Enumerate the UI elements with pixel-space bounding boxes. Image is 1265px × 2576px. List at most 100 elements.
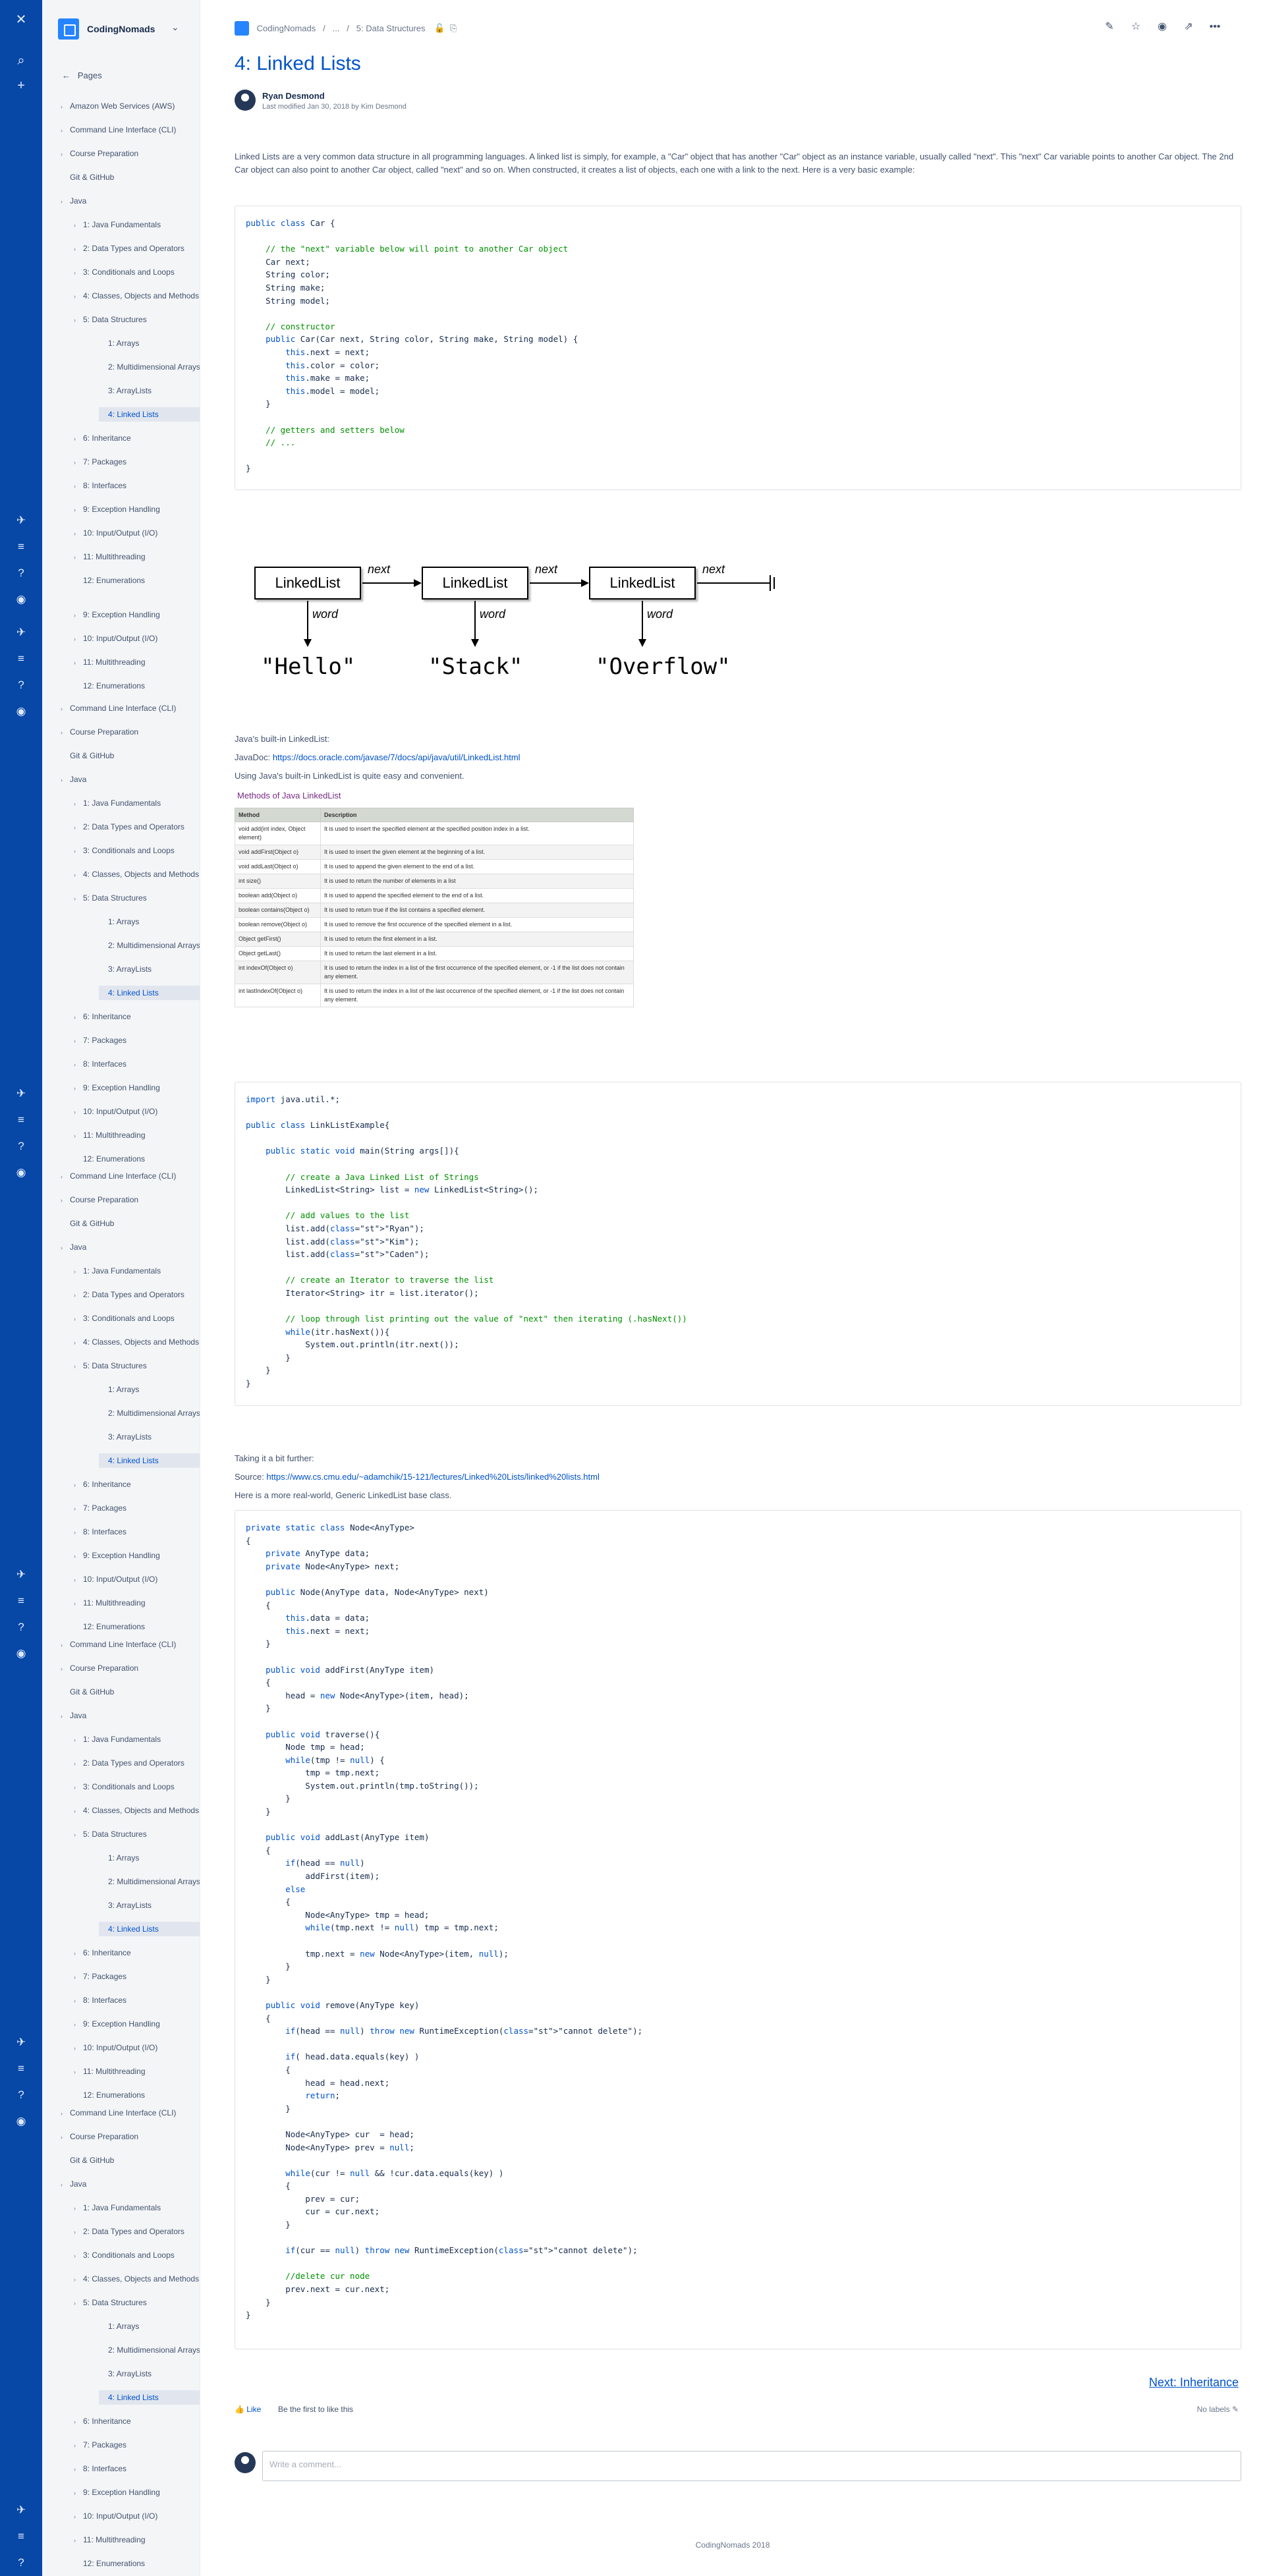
profile-icon[interactable]: ◉ [0, 586, 42, 613]
sidebar-item[interactable]: › 11: Multithreading [74, 549, 200, 564]
chevron-right-icon[interactable]: › [74, 2438, 83, 2452]
comment-input[interactable]: Write a comment... [262, 2451, 1241, 2481]
sidebar-item[interactable]: 4: Linked Lists [99, 1453, 200, 1468]
chevron-right-icon[interactable]: › [61, 123, 70, 137]
sidebar-item[interactable]: › 2: Data Types and Operators [74, 241, 200, 256]
last-modified[interactable]: Last modified Jan 30, 2018 by Kim Desmon… [262, 103, 407, 111]
chevron-right-icon[interactable]: › [74, 2509, 83, 2523]
breadcrumb-space[interactable]: CodingNomads [257, 24, 316, 34]
profile-icon[interactable]: ◉ [0, 1160, 42, 1186]
sidebar-item[interactable]: Git & GitHub [61, 1216, 200, 1231]
chevron-right-icon[interactable]: › [74, 1288, 83, 1302]
sidebar-item[interactable]: 2: Multidimensional Arrays [99, 360, 200, 374]
help-icon[interactable]: ? [0, 560, 42, 586]
sidebar-item[interactable]: 4: Linked Lists [99, 2390, 200, 2405]
sidebar-item[interactable]: › 10: Input/Output (I/O) [74, 1104, 200, 1119]
rocket-icon[interactable]: ✈ [0, 2497, 42, 2523]
sidebar-item[interactable]: › 10: Input/Output (I/O) [74, 1572, 200, 1586]
sidebar-item[interactable]: Git & GitHub [61, 170, 200, 184]
edit-icon[interactable]: ✎ [1096, 20, 1123, 33]
chevron-right-icon[interactable]: › [74, 820, 83, 834]
chevron-right-icon[interactable]: › [74, 2415, 83, 2428]
sidebar-item[interactable]: › 11: Multithreading [74, 2064, 200, 2079]
next-page-link[interactable]: Next: Inheritance [1149, 2376, 1239, 2390]
chevron-right-icon[interactable]: › [61, 773, 70, 787]
menu-icon[interactable]: ≡ [0, 2056, 42, 2082]
chevron-right-icon[interactable]: › [74, 1804, 83, 1818]
chevron-right-icon[interactable]: › [74, 1733, 83, 1747]
chevron-right-icon[interactable]: › [74, 632, 83, 646]
sidebar-item[interactable]: › 2: Data Types and Operators [74, 1287, 200, 1302]
help-icon[interactable]: ? [0, 2550, 42, 2576]
sidebar-item[interactable]: 3: ArrayLists [99, 1898, 200, 1913]
chevron-right-icon[interactable]: › [74, 1335, 83, 1349]
search-icon[interactable]: ⌕ [0, 47, 42, 74]
chevron-right-icon[interactable]: › [74, 479, 83, 493]
chevron-right-icon[interactable]: › [74, 1478, 83, 1492]
sidebar-item[interactable]: › 9: Exception Handling [74, 1548, 200, 1563]
sidebar-item[interactable]: › 3: Conditionals and Loops [74, 265, 200, 279]
menu-icon[interactable]: ≡ [0, 534, 42, 560]
menu-icon[interactable]: ≡ [0, 1588, 42, 1614]
chevron-right-icon[interactable]: › [74, 1756, 83, 1770]
plus-icon[interactable]: + [0, 72, 42, 99]
sidebar-item[interactable]: › 1: Java Fundamentals [74, 796, 200, 810]
sidebar-item[interactable]: › 3: Conditionals and Loops [74, 1311, 200, 1326]
chevron-right-icon[interactable]: › [74, 844, 83, 858]
sidebar-item[interactable]: › 10: Input/Output (I/O) [74, 2509, 200, 2523]
chevron-right-icon[interactable]: › [74, 1264, 83, 1278]
sidebar-item[interactable]: 1: Arrays [99, 2319, 200, 2334]
sidebar-item[interactable]: › 7: Packages [74, 1969, 200, 1984]
sidebar-item[interactable]: 1: Arrays [99, 914, 200, 929]
sidebar-item[interactable]: 4: Linked Lists [99, 986, 200, 1000]
chevron-right-icon[interactable]: › [74, 1828, 83, 1841]
chevron-right-icon[interactable]: › [74, 1525, 83, 1539]
chevron-right-icon[interactable]: › [61, 147, 70, 161]
sidebar-item[interactable]: › 7: Packages [74, 2438, 200, 2452]
chevron-right-icon[interactable]: › [61, 1241, 70, 1254]
chevron-right-icon[interactable]: › [74, 1105, 83, 1119]
chevron-right-icon[interactable]: › [74, 550, 83, 564]
sidebar-item[interactable]: › 3: Conditionals and Loops [74, 2248, 200, 2262]
sidebar-item[interactable]: › 2: Data Types and Operators [74, 1756, 200, 1770]
sidebar-item[interactable]: Git & GitHub [61, 1685, 200, 1699]
sidebar-item[interactable]: › 2: Data Types and Operators [74, 820, 200, 834]
sidebar-item[interactable]: › 5: Data Structures [74, 1358, 200, 1373]
chevron-right-icon[interactable]: › [61, 1169, 70, 1183]
sidebar-item[interactable]: › 10: Input/Output (I/O) [74, 631, 200, 646]
like-button[interactable]: 👍 Like [235, 2405, 261, 2414]
sidebar-item[interactable]: › 7: Packages [74, 1501, 200, 1515]
sidebar-item[interactable]: › 11: Multithreading [74, 2533, 200, 2547]
sidebar-item[interactable]: › Java [61, 194, 200, 208]
chevron-right-icon[interactable]: › [61, 2130, 70, 2144]
chevron-right-icon[interactable]: › [74, 526, 83, 540]
sidebar-item[interactable]: 1: Arrays [99, 336, 200, 350]
javadoc-link[interactable]: https://docs.oracle.com/javase/7/docs/ap… [273, 752, 520, 762]
sidebar-item[interactable]: › 7: Packages [74, 455, 200, 469]
chevron-right-icon[interactable]: › [74, 1312, 83, 1326]
sidebar-item[interactable]: 12: Enumerations [74, 2088, 200, 2102]
sidebar-item[interactable]: › Command Line Interface (CLI) [61, 701, 200, 715]
labels[interactable]: No labels ✎ [1197, 2405, 1239, 2414]
sidebar-item[interactable]: › 3: Conditionals and Loops [74, 1779, 200, 1794]
menu-icon[interactable]: ≡ [0, 646, 42, 672]
chevron-right-icon[interactable]: › [74, 1057, 83, 1071]
sidebar-item[interactable]: › Command Line Interface (CLI) [61, 2106, 200, 2120]
share-icon[interactable]: ⇗ [1175, 20, 1202, 33]
sidebar-item[interactable]: › 8: Interfaces [74, 478, 200, 493]
sidebar-item[interactable]: 3: ArrayLists [99, 962, 200, 976]
sidebar-item[interactable]: › 3: Conditionals and Loops [74, 843, 200, 858]
sidebar-item[interactable]: › 6: Inheritance [74, 431, 200, 445]
sidebar-item[interactable]: › 10: Input/Output (I/O) [74, 2040, 200, 2055]
chevron-right-icon[interactable]: › [61, 725, 70, 739]
sidebar-item[interactable]: 12: Enumerations [74, 2556, 200, 2571]
chevron-right-icon[interactable]: › [74, 2017, 83, 2031]
help-icon[interactable]: ? [0, 672, 42, 698]
sidebar-item[interactable]: › 6: Inheritance [74, 1946, 200, 1960]
sidebar-item[interactable]: › 11: Multithreading [74, 655, 200, 669]
chevron-right-icon[interactable]: › [74, 2486, 83, 2500]
sidebar-item[interactable]: 3: ArrayLists [99, 383, 200, 398]
chevron-right-icon[interactable]: › [61, 99, 70, 113]
chevron-right-icon[interactable]: › [74, 2201, 83, 2215]
chevron-right-icon[interactable]: › [61, 2177, 70, 2191]
